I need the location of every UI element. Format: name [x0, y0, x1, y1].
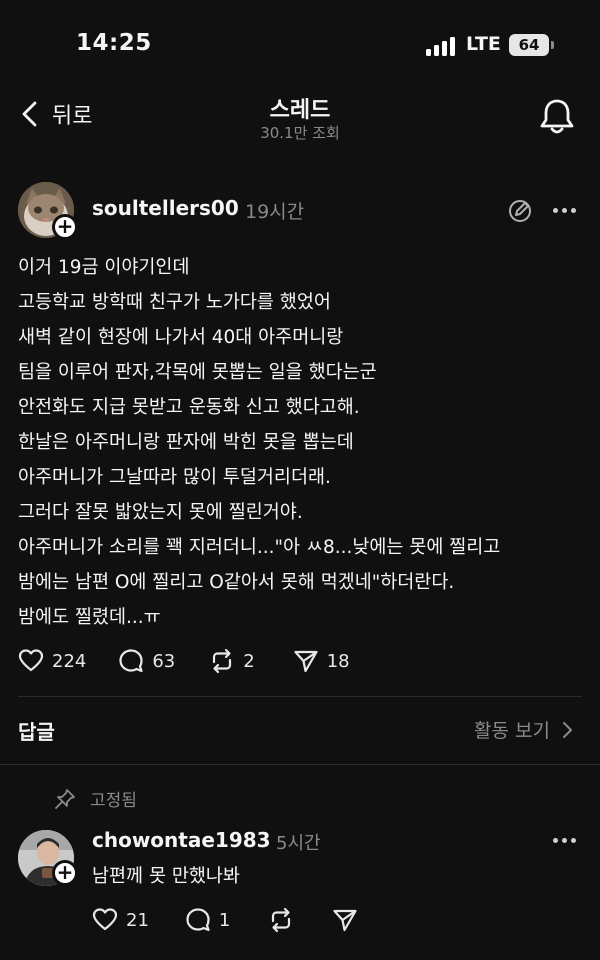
- post-actions: 224 63 2 18: [18, 648, 350, 674]
- share-button[interactable]: [332, 907, 358, 933]
- comment-actions: 21 1: [92, 907, 358, 933]
- status-time: 14:25: [76, 30, 152, 56]
- post-line: 아주머니가 소리를 꽥 지러더니..."아 ㅆ8...낮에는 못에 찔리고: [18, 537, 501, 558]
- like-button[interactable]: 224: [18, 648, 86, 674]
- post-body: 이거 19금 이야기인데 고등학교 방학때 친구가 노가다를 했었어 새벽 같이…: [18, 250, 588, 635]
- comment-button[interactable]: 1: [185, 907, 230, 933]
- post-line: 팀을 이루어 판자,각목에 못뽑는 일을 했다는군: [18, 362, 377, 383]
- like-button[interactable]: 21: [92, 907, 149, 933]
- share-button[interactable]: 18: [293, 648, 350, 674]
- send-icon: [294, 650, 318, 673]
- view-count: 30.1만 조회: [260, 124, 340, 142]
- activity-link[interactable]: 활동 보기: [474, 716, 574, 743]
- more-icon[interactable]: [551, 830, 579, 850]
- post-author[interactable]: soultellers00: [92, 196, 239, 220]
- post-line: 새벽 같이 현장에 나가서 40대 아주머니랑: [18, 327, 344, 348]
- repost-icon: [213, 648, 232, 674]
- post-line: 고등학교 방학때 친구가 노가다를 했었어: [18, 292, 331, 313]
- repost-button[interactable]: 2: [209, 648, 255, 674]
- page-title: 스레드: [269, 98, 331, 123]
- post-line: 밤에도 찔렸데...ㅠ: [18, 607, 161, 628]
- nav-header: 뒤로 스레드 30.1만 조회: [0, 88, 600, 148]
- post-line: 밤에는 남편 O에 찔리고 O같아서 못해 먹겠네"하더란다.: [18, 572, 455, 593]
- repost-button[interactable]: [268, 907, 294, 933]
- comment-count: 1: [218, 909, 231, 931]
- network-type: LTE: [466, 33, 501, 55]
- like-count: 224: [52, 650, 87, 672]
- battery-level: 64: [518, 36, 540, 54]
- heart-icon: [18, 649, 44, 672]
- comment-count: 63: [152, 650, 176, 672]
- battery-tip: [551, 41, 554, 49]
- follow-plus-icon[interactable]: +: [52, 214, 78, 240]
- like-count: 21: [126, 909, 149, 931]
- comment-text: 남편께 못 만했나봐: [92, 866, 240, 887]
- post-line: 한날은 아주머니랑 판자에 박힌 못을 뽑는데: [18, 432, 354, 453]
- send-icon: [333, 909, 357, 932]
- comment-author[interactable]: chowontae1983: [92, 828, 271, 852]
- divider: [18, 696, 582, 697]
- follow-plus-icon[interactable]: +: [52, 860, 78, 886]
- pinned-label: 고정됨: [90, 791, 137, 811]
- more-icon[interactable]: [551, 200, 579, 220]
- pin-icon: [55, 788, 75, 809]
- repost-count: 2: [243, 650, 255, 672]
- comment-time: 5시간: [276, 833, 321, 854]
- signal-icon: [426, 36, 458, 56]
- replies-label: 답글: [18, 720, 55, 744]
- comment-button[interactable]: 63: [118, 648, 175, 674]
- divider: [0, 764, 600, 765]
- heart-icon: [92, 908, 118, 931]
- comment-icon: [119, 649, 143, 673]
- post-line: 아주머니가 그날따라 많이 투덜거리더래.: [18, 467, 331, 488]
- comment-icon: [186, 908, 210, 932]
- share-count: 18: [326, 650, 350, 672]
- post-line: 이거 19금 이야기인데: [18, 257, 190, 278]
- bell-icon[interactable]: [538, 96, 576, 136]
- repost-icon: [272, 907, 291, 933]
- post-line: 안전화도 지급 못받고 운동화 신고 했다고해.: [18, 397, 360, 418]
- pinned-indicator: 고정됨: [54, 786, 137, 811]
- chevron-right-icon: [563, 721, 572, 738]
- battery-icon: 64: [509, 34, 549, 56]
- post-time: 19시간: [245, 201, 305, 223]
- post-line: 그러다 잘못 밟았는지 못에 찔린거야.: [18, 502, 303, 523]
- status-bar: 14:25 LTE 64: [0, 0, 600, 88]
- edit-icon[interactable]: [507, 198, 533, 224]
- activity-label: 활동 보기: [474, 720, 550, 742]
